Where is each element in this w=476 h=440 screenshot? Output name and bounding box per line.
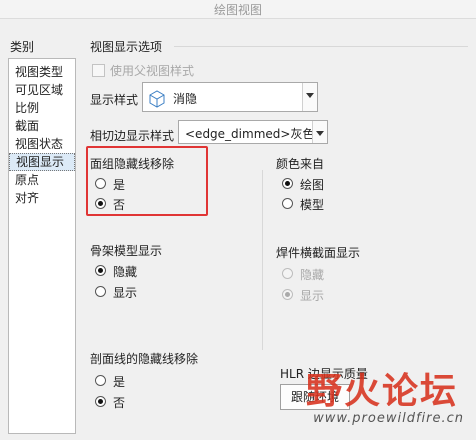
- face-group-yes-label: 是: [113, 178, 126, 192]
- weld-show-label: 显示: [300, 289, 325, 303]
- color-from-drawing-label: 绘图: [300, 178, 325, 192]
- chevron-down-icon[interactable]: [302, 83, 317, 111]
- category-item-alignment[interactable]: 对齐: [9, 189, 75, 207]
- title-bar: 绘图视图: [0, 0, 476, 19]
- face-group-yes-radio[interactable]: [95, 178, 106, 189]
- tangent-edge-dropdown[interactable]: <edge_dimmed>灰色: [178, 120, 328, 144]
- weld-title: 焊件横截面显示: [276, 246, 361, 260]
- color-from-model-radio[interactable]: [282, 198, 293, 209]
- color-from-title: 颜色来自: [276, 157, 325, 171]
- tangent-edge-label: 相切边显示样式: [90, 129, 175, 143]
- chevron-down-icon[interactable]: [312, 121, 327, 143]
- category-item-view-state[interactable]: 视图状态: [9, 135, 75, 153]
- section-hidden-no-radio[interactable]: [95, 396, 106, 407]
- color-from-model-label: 模型: [300, 198, 325, 212]
- watermark-logo: 野火论坛: [305, 370, 458, 412]
- skeleton-hide-label: 隐藏: [113, 265, 138, 279]
- section-hidden-yes-label: 是: [113, 375, 126, 389]
- color-from-drawing-radio[interactable]: [282, 178, 293, 189]
- category-item-origin[interactable]: 原点: [9, 171, 75, 189]
- category-item-scale[interactable]: 比例: [9, 99, 75, 117]
- category-label: 类别: [10, 40, 35, 54]
- skeleton-title: 骨架模型显示: [90, 244, 163, 258]
- cube-icon: [149, 90, 165, 108]
- column-divider: [262, 170, 263, 350]
- window-title: 绘图视图: [213, 3, 262, 17]
- face-group-no-radio[interactable]: [95, 198, 106, 209]
- category-item-view-display[interactable]: 视图显示: [9, 153, 75, 171]
- display-style-value: 消隐: [173, 92, 198, 106]
- tangent-edge-value: <edge_dimmed>灰色: [185, 127, 313, 141]
- category-item-section[interactable]: 截面: [9, 117, 75, 135]
- group-divider: [174, 46, 468, 47]
- weld-show-radio[interactable]: [282, 289, 293, 300]
- weld-hide-label: 隐藏: [300, 268, 325, 282]
- watermark-url: www.proewildfire.cn: [313, 411, 464, 426]
- use-parent-style-label: 使用父视图样式: [110, 64, 195, 78]
- use-parent-style-checkbox[interactable]: [92, 64, 105, 77]
- section-hidden-no-label: 否: [113, 396, 126, 410]
- face-group-title: 面组隐藏线移除: [90, 157, 175, 171]
- section-hidden-title: 剖面线的隐藏线移除: [90, 352, 199, 366]
- section-hidden-yes-radio[interactable]: [95, 375, 106, 386]
- display-style-dropdown[interactable]: 消隐: [142, 82, 318, 112]
- face-group-no-label: 否: [113, 198, 126, 212]
- skeleton-show-radio[interactable]: [95, 286, 106, 297]
- display-style-label: 显示样式: [90, 93, 139, 107]
- skeleton-show-label: 显示: [113, 286, 138, 300]
- category-list[interactable]: 视图类型 可见区域 比例 截面 视图状态 视图显示 原点 对齐: [8, 58, 76, 434]
- category-item-view-type[interactable]: 视图类型: [9, 63, 75, 81]
- skeleton-hide-radio[interactable]: [95, 265, 106, 276]
- view-display-options-title: 视图显示选项: [90, 40, 163, 54]
- weld-hide-radio[interactable]: [282, 268, 293, 279]
- category-item-visible-area[interactable]: 可见区域: [9, 81, 75, 99]
